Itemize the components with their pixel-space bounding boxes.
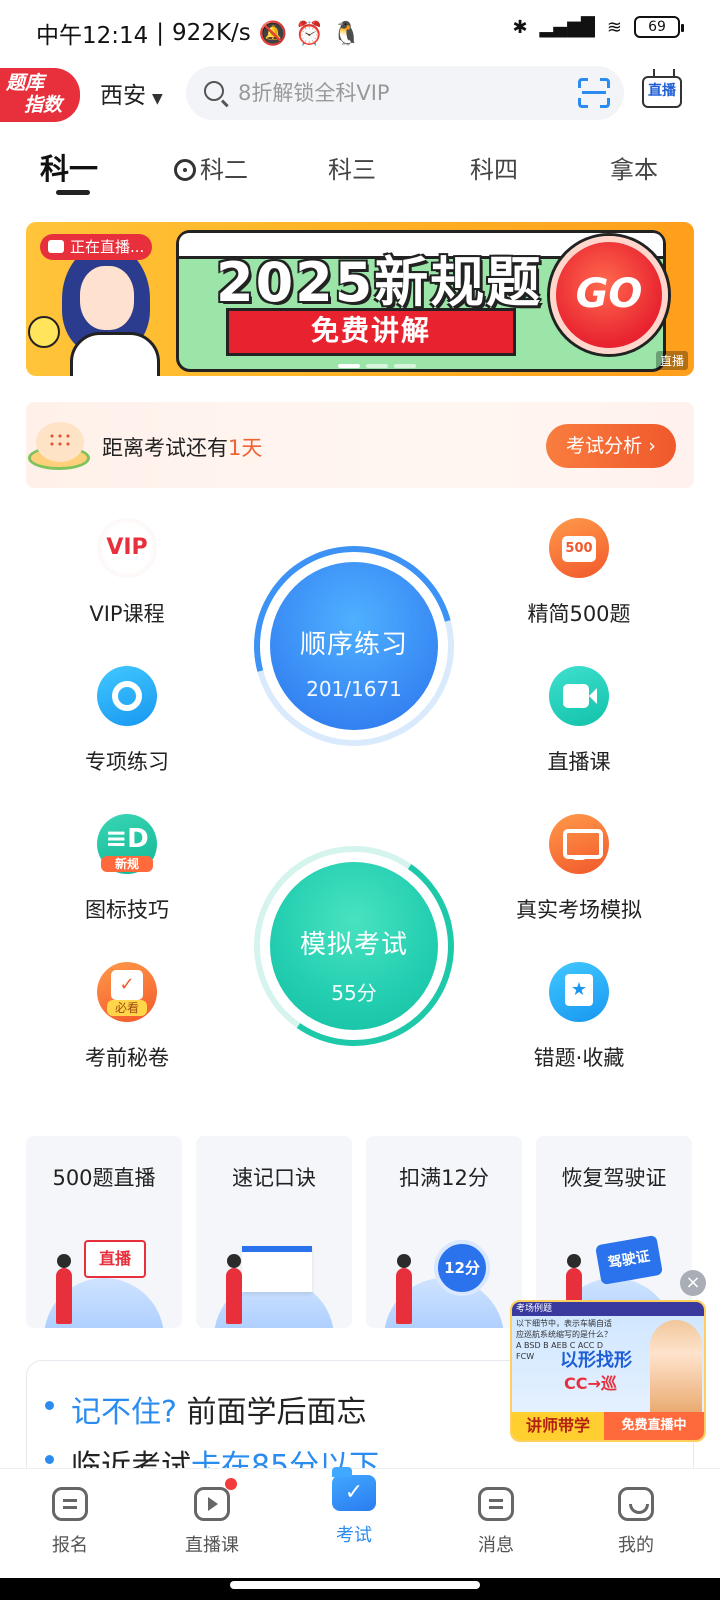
scan-icon[interactable] [578,78,610,108]
caret-down-icon: ▼ [152,91,163,107]
12-points-illustration: 12分 [384,1240,504,1328]
countdown-days: 1天 [228,436,263,460]
smile-profile-icon [618,1487,654,1521]
smiley-icon [28,316,60,348]
banner-pagination [338,364,416,368]
feature-secret-paper[interactable]: 必看 考前秘卷 [47,962,207,1072]
app-header: 题库 指数 西安 ▼ 直播 [0,64,720,128]
feature-essential-500[interactable]: 500 精简500题 [499,518,659,628]
status-left: 中午12:14 | 922K/s 🔕 ⏰ 🐧 [36,16,361,50]
home-indicator[interactable] [0,1578,720,1600]
banner-subline: 免费讲解 [226,308,516,356]
sequence-progress: 201/1671 [306,677,402,701]
status-time: 中午12:14 [36,23,149,49]
feature-vip-course[interactable]: VIP VIP课程 [47,518,207,628]
floating-live-bar: 考场例题 [512,1302,704,1316]
form-icon [52,1487,88,1521]
qq-icon: 🐧 [332,20,361,47]
banner-dot [338,364,360,368]
cake-icon [26,418,92,474]
topic-card-mnemonics[interactable]: 速记口诀 [196,1136,352,1328]
banner-corner-label: 直播 [655,351,688,370]
feature-special-practice[interactable]: 专项练习 [47,666,207,776]
promo-banner[interactable]: 正在直播... 2025新规题 免费讲解 GO 直播 [26,222,694,376]
steering-wheel-icon [174,159,196,181]
video-icon [549,666,609,726]
teacher-avatar [650,1320,702,1416]
banner-dot [366,364,388,368]
tab-underline [56,190,90,195]
tab-ke1[interactable]: 科一 [40,146,98,188]
alarm-icon: ⏰ [295,20,325,47]
signal-icon: ▂▄▆█ [539,16,595,38]
countdown-text: 距离考试还有1天 [102,436,263,460]
bookmark-star-icon [549,962,609,1022]
nav-exam[interactable]: ✓ 考试 [294,1467,414,1547]
sign-tips-icon: ≡D 新规 [97,814,157,874]
nav-signup[interactable]: 报名 [10,1483,130,1557]
banner-dot [394,364,416,368]
battery-icon: 69 [634,16,684,38]
feature-sign-tips[interactable]: ≡D 新规 图标技巧 [47,814,207,924]
status-bar: 中午12:14 | 922K/s 🔕 ⏰ 🐧 ✱ ▂▄▆█ ≋ 69 [0,0,720,64]
feature-real-exam-sim[interactable]: 真实考场模拟 [499,814,659,924]
search-icon [204,81,224,101]
exam-countdown: 距离考试还有1天 考试分析 › [26,402,694,488]
monitor-icon [549,814,609,874]
floating-live-cc: CC→巡 [564,1374,617,1393]
message-icon [478,1487,514,1521]
tab-ke3[interactable]: 科三 [328,150,376,185]
sequence-progress-ring [217,509,491,783]
folder-check-icon: ✓ [332,1467,376,1511]
notification-dot [225,1478,237,1490]
nav-messages[interactable]: 消息 [436,1483,556,1557]
tv-play-icon [194,1478,237,1521]
status-right: ✱ ▂▄▆█ ≋ 69 [512,16,684,38]
floating-live-video[interactable]: 考场例题 以下细节中，表示车辆自适应巡航系统缩写的是什么？ A BSD B AE… [510,1300,706,1442]
mock-exam-button[interactable]: 模拟考试 55分 [238,830,470,1062]
wifi-icon: ≋ [606,16,622,38]
mock-score-ring [238,830,470,1062]
topic-card-500-live[interactable]: 500题直播 直播 [26,1136,182,1328]
banner-headline: 2025新规题 [216,251,543,314]
city-label: 西安 [100,83,146,109]
status-speed: 922K/s [172,20,251,46]
tiku-logo[interactable]: 题库 指数 [0,68,80,122]
sequence-practice-button[interactable]: 顺序练习 201/1671 [217,509,491,783]
mnemonics-illustration [214,1240,334,1328]
search-input[interactable] [238,76,558,110]
city-selector[interactable]: 西安 ▼ [100,76,163,110]
close-icon[interactable]: × [680,1270,706,1296]
nav-me[interactable]: 我的 [576,1483,696,1557]
topic-card-12-points[interactable]: 扣满12分 12分 [366,1136,522,1328]
tab-ke2[interactable]: 科二 [174,150,248,185]
feature-live-course[interactable]: 直播课 [499,666,659,776]
bluetooth-icon: ✱ [512,16,528,38]
tab-naben[interactable]: 拿本 [610,150,658,185]
bottom-nav: 报名 直播课 ✓ 考试 消息 我的 [0,1467,720,1578]
tab-ke4[interactable]: 科四 [470,150,518,185]
subject-tabs: 科一 科二 科三 科四 拿本 [0,140,720,200]
floating-live-title: 以形找形 [560,1350,632,1371]
mute-icon: 🔕 [258,20,288,47]
nav-live-course[interactable]: 直播课 [152,1478,272,1557]
live-tv-button[interactable]: 直播 [642,76,682,108]
live-now-chip: 正在直播... [40,234,153,260]
search-bar[interactable] [186,66,624,120]
exam-analysis-button[interactable]: 考试分析 › [546,424,676,468]
go-button[interactable]: GO [550,236,668,354]
live-class-illustration: 直播 [44,1240,164,1328]
checklist-icon: 必看 [97,962,157,1022]
banner-girl-illustration [52,244,172,376]
vip-icon: VIP [97,518,157,578]
target-icon [97,666,157,726]
mock-score: 55分 [331,981,377,1005]
floating-live-footer: 讲师带学 免费直播中 [512,1412,704,1440]
promo-line-1: 记不住? 前面学后面忘 [44,1387,366,1431]
feature-mistakes-favorites[interactable]: 错题·收藏 [499,962,659,1072]
500-questions-icon: 500 [549,518,609,578]
